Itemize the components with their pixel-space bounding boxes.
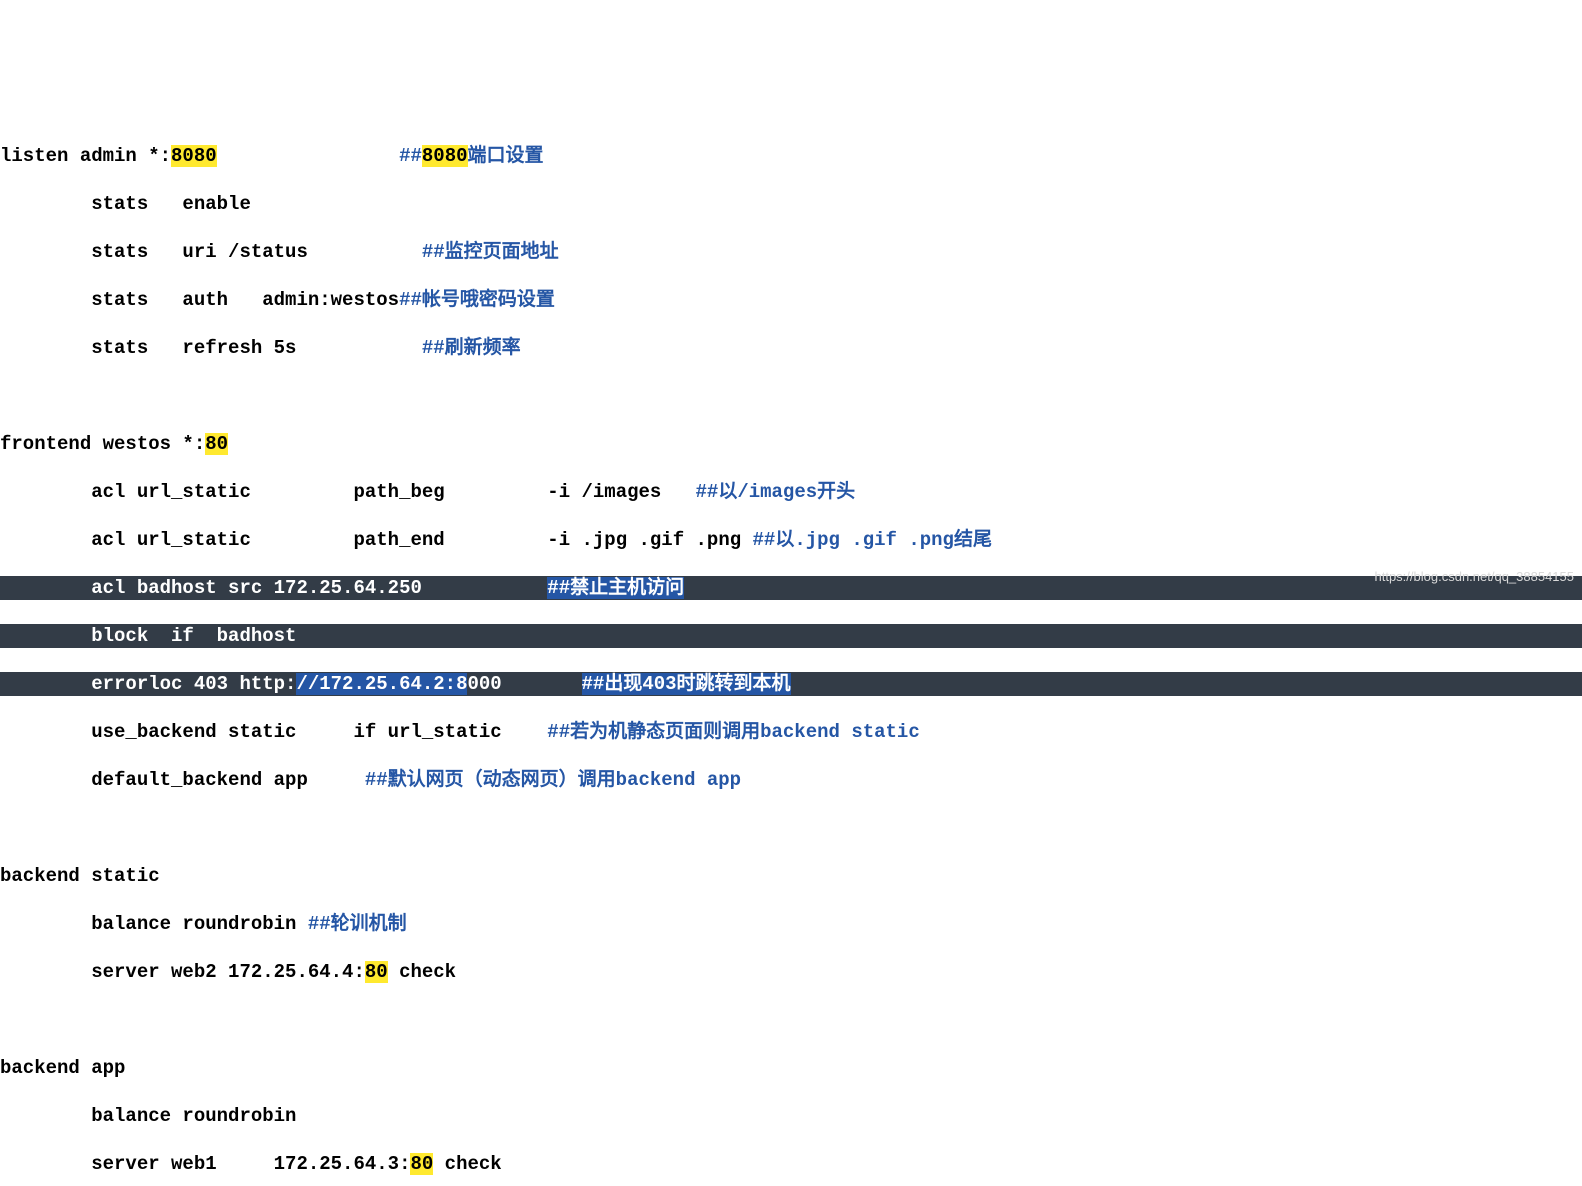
config-line: backend app: [0, 1056, 1582, 1080]
search-highlight: 8080: [422, 145, 468, 167]
comment-text: ##轮训机制: [308, 913, 407, 935]
config-line: stats refresh 5s ##刷新频率: [0, 336, 1582, 360]
config-line: listen admin *:8080 ##8080端口设置: [0, 144, 1582, 168]
watermark: https://blog.csdn.net/qq_38854155: [1375, 565, 1575, 589]
comment-selected: ##出现403时跳转到本机: [582, 673, 791, 695]
config-line: stats enable: [0, 192, 1582, 216]
code-text: listen admin *:: [0, 145, 171, 167]
search-highlight: 80: [365, 961, 388, 983]
comment-text: ##以.jpg .gif .png结尾: [753, 529, 992, 551]
code-text: frontend westos *:: [0, 433, 205, 455]
comment-text: ##帐号哦密码设置: [399, 289, 555, 311]
code-text: 000: [467, 673, 581, 695]
config-line: backend static: [0, 864, 1582, 888]
code-text: [217, 145, 399, 167]
config-line: server web1 172.25.64.3:80 check: [0, 1152, 1582, 1176]
blank-line: [0, 816, 1582, 840]
comment-selected: ##禁止主机访问: [547, 577, 684, 599]
config-file-view: listen admin *:8080 ##8080端口设置 stats ena…: [0, 120, 1582, 1186]
code-text: acl url_static path_end -i .jpg .gif .pn…: [0, 529, 753, 551]
config-line: acl url_static path_end -i .jpg .gif .pn…: [0, 528, 1582, 552]
selected-line: acl badhost src 172.25.64.250 ##禁止主机访问: [0, 576, 1582, 600]
config-line: server web2 172.25.64.4:80 check: [0, 960, 1582, 984]
config-line: stats auth admin:westos##帐号哦密码设置: [0, 288, 1582, 312]
code-text: server web2 172.25.64.4:: [0, 961, 365, 983]
comment-text: ##以/images开头: [696, 481, 856, 503]
comment-text: ##默认网页（动态网页）调用backend app: [365, 769, 741, 791]
code-text: stats enable: [0, 193, 251, 215]
code-text: backend app: [0, 1057, 125, 1079]
comment-text: ##刷新频率: [422, 337, 521, 359]
config-line: stats uri /status ##监控页面地址: [0, 240, 1582, 264]
code-text: block if badhost: [0, 625, 296, 647]
config-line: use_backend static if url_static ##若为机静态…: [0, 720, 1582, 744]
config-line: balance roundrobin: [0, 1104, 1582, 1128]
blank-line: [0, 1008, 1582, 1032]
config-line: default_backend app ##默认网页（动态网页）调用backen…: [0, 768, 1582, 792]
config-line: balance roundrobin ##轮训机制: [0, 912, 1582, 936]
selected-line: errorloc 403 http://172.25.64.2:8000 ##出…: [0, 672, 1582, 696]
code-text: balance roundrobin: [0, 913, 308, 935]
code-text: stats auth admin:westos: [0, 289, 399, 311]
code-text: default_backend app: [0, 769, 365, 791]
code-text: acl badhost src 172.25.64.250: [0, 577, 547, 599]
code-text: check: [433, 1153, 501, 1175]
code-text: use_backend static if url_static: [0, 721, 547, 743]
blank-line: [0, 384, 1582, 408]
config-line: acl url_static path_beg -i /images ##以/i…: [0, 480, 1582, 504]
code-text: backend static: [0, 865, 160, 887]
search-highlight: 80: [205, 433, 228, 455]
code-text: acl url_static path_beg -i /images: [0, 481, 696, 503]
code-text: stats refresh 5s: [0, 337, 422, 359]
code-text: stats uri /status: [0, 241, 422, 263]
code-text: server web1 172.25.64.3:: [0, 1153, 410, 1175]
comment-text: ##8080端口设置: [399, 145, 543, 167]
comment-text: ##监控页面地址: [422, 241, 559, 263]
search-highlight: 8080: [171, 145, 217, 167]
code-text: check: [388, 961, 456, 983]
selected-line: block if badhost: [0, 624, 1582, 648]
comment-text: ##若为机静态页面则调用backend static: [547, 721, 919, 743]
url-selected: //172.25.64.2:8: [296, 673, 467, 695]
code-text: errorloc 403 http:: [0, 673, 296, 695]
search-highlight: 80: [410, 1153, 433, 1175]
config-line: frontend westos *:80: [0, 432, 1582, 456]
code-text: balance roundrobin: [0, 1105, 296, 1127]
